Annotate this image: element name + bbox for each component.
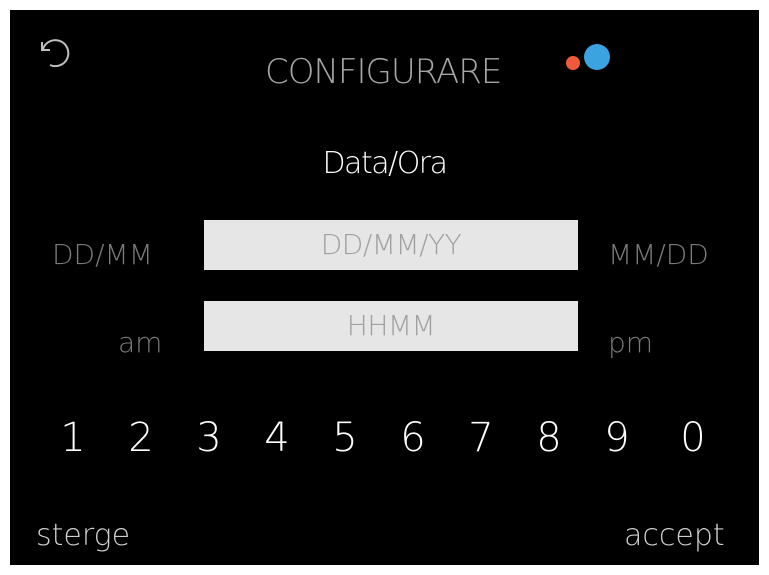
- back-button[interactable]: [32, 32, 72, 72]
- date-format-ddmm-toggle[interactable]: DD/MM: [52, 238, 153, 271]
- numeric-keypad: 1 2 3 4 5 6 7 8 9 0: [48, 410, 728, 466]
- key-8[interactable]: 8: [524, 410, 574, 466]
- screen: CONFIGURARE Data/Ora DD/MM DD/MM/YY MM/D…: [10, 10, 759, 565]
- status-dot-red: [566, 56, 580, 70]
- time-field[interactable]: HHMM: [204, 301, 578, 351]
- date-field-placeholder: DD/MM/YY: [320, 228, 462, 261]
- am-toggle[interactable]: am: [118, 326, 162, 359]
- key-7[interactable]: 7: [456, 410, 506, 466]
- undo-arrow-icon: [41, 39, 70, 68]
- accept-button[interactable]: accept: [624, 518, 725, 553]
- key-5[interactable]: 5: [320, 410, 370, 466]
- key-1[interactable]: 1: [48, 410, 98, 466]
- status-dot-blue: [584, 44, 610, 70]
- key-6[interactable]: 6: [388, 410, 438, 466]
- clear-button[interactable]: sterge: [36, 518, 130, 553]
- date-format-mmdd-toggle[interactable]: MM/DD: [608, 238, 709, 271]
- pm-toggle[interactable]: pm: [608, 326, 653, 359]
- key-9[interactable]: 9: [592, 410, 642, 466]
- key-3[interactable]: 3: [184, 410, 234, 466]
- section-title: Data/Ora: [322, 146, 448, 181]
- page-title: CONFIGURARE: [265, 52, 502, 92]
- key-2[interactable]: 2: [116, 410, 166, 466]
- status-indicator: [566, 44, 616, 74]
- key-4[interactable]: 4: [252, 410, 302, 466]
- time-field-placeholder: HHMM: [346, 309, 436, 342]
- key-0[interactable]: 0: [668, 410, 718, 466]
- date-field[interactable]: DD/MM/YY: [204, 220, 578, 270]
